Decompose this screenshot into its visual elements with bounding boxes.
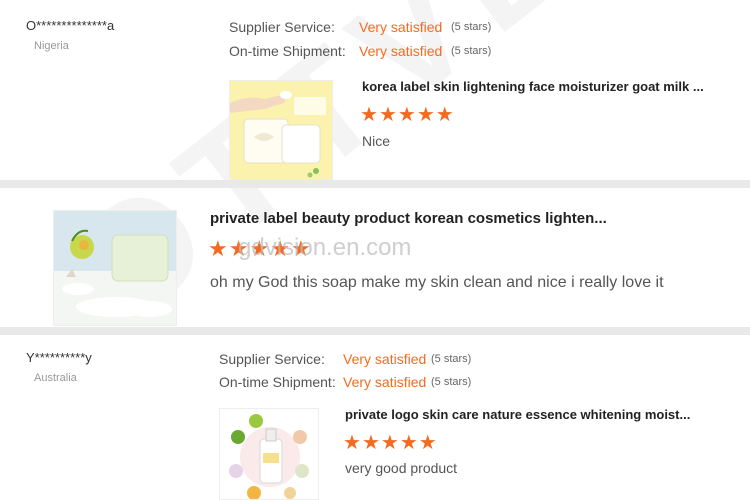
star-icon: ★ [208, 236, 229, 261]
star-icon: ★ [416, 104, 436, 126]
product-title[interactable]: private logo skin care nature essence wh… [345, 407, 690, 422]
supplier-service-stars: (5 stars) [451, 21, 492, 33]
star-icon: ★ [270, 236, 291, 261]
shipment-value: Very satisfied [359, 43, 443, 59]
rating-stars: ★★★★★ [208, 236, 312, 262]
review-comment: Nice [362, 133, 391, 149]
star-icon: ★ [360, 104, 379, 126]
supplier-service-label: Supplier Service: [229, 19, 335, 35]
section-divider [0, 180, 750, 188]
reviewer-name: O**************a [26, 18, 115, 33]
review-comment: oh my God this soap make my skin clean a… [210, 274, 664, 291]
shipment-stars: (5 stars) [451, 45, 492, 57]
product-thumbnail[interactable] [219, 408, 319, 500]
shipment-value: Very satisfied [343, 374, 427, 390]
supplier-service-stars: (5 stars) [431, 353, 472, 365]
star-icon: ★ [378, 104, 398, 126]
star-icon: ★ [249, 236, 271, 261]
star-icon: ★ [380, 432, 400, 454]
rating-stars: ★★★★★ [343, 430, 438, 455]
product-title[interactable]: korea label skin lightening face moistur… [362, 79, 704, 94]
shipment-stars: (5 stars) [431, 376, 472, 388]
reviewer-country: Nigeria [34, 40, 69, 52]
star-icon: ★ [399, 432, 419, 454]
section-divider [0, 327, 750, 335]
review-comment: very good product [345, 460, 458, 476]
star-icon: ★ [361, 432, 381, 454]
product-title[interactable]: private label beauty product korean cosm… [210, 210, 607, 227]
rating-stars: ★★★★★ [360, 102, 455, 127]
supplier-service-value: Very satisfied [343, 351, 427, 367]
star-icon: ★ [228, 236, 250, 261]
star-icon: ★ [343, 432, 362, 454]
supplier-service-value: Very satisfied [359, 19, 443, 35]
product-thumbnail[interactable] [53, 210, 177, 326]
supplier-service-label: Supplier Service: [219, 351, 325, 367]
reviewer-country: Australia [34, 372, 77, 384]
shipment-label: On-time Shipment: [219, 374, 336, 390]
star-icon: ★ [397, 104, 417, 126]
star-icon: ★ [418, 432, 438, 454]
shipment-label: On-time Shipment: [229, 43, 346, 59]
reviewer-name: Y**********y [26, 350, 92, 365]
star-icon: ★ [290, 236, 312, 261]
star-icon: ★ [435, 104, 455, 126]
product-thumbnail[interactable] [229, 80, 333, 180]
